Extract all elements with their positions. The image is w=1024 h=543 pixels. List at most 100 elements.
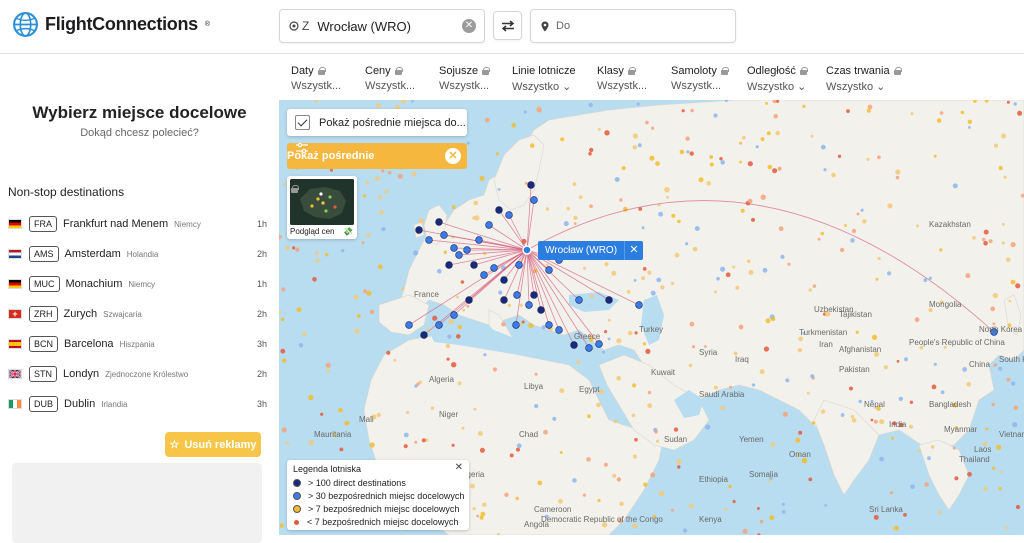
airport-dot[interactable] bbox=[511, 123, 516, 128]
airport-dot[interactable] bbox=[772, 168, 778, 174]
airport-dot[interactable] bbox=[647, 403, 653, 409]
list-item[interactable]: DUB Dublin Irlandia 3h bbox=[0, 389, 279, 419]
destination-airport-dot[interactable] bbox=[605, 296, 613, 304]
airport-dot[interactable] bbox=[589, 294, 594, 299]
airport-dot[interactable] bbox=[933, 154, 937, 158]
airport-dot[interactable] bbox=[928, 276, 932, 280]
airport-dot[interactable] bbox=[998, 487, 1002, 491]
airport-dot[interactable] bbox=[677, 219, 681, 224]
airport-dot[interactable] bbox=[770, 316, 776, 322]
logo[interactable]: FlightConnections ® bbox=[12, 11, 210, 38]
airport-dot[interactable] bbox=[760, 137, 765, 142]
destination-airport-dot[interactable] bbox=[435, 218, 443, 226]
airport-dot[interactable] bbox=[462, 308, 466, 312]
airport-dot[interactable] bbox=[933, 362, 937, 366]
airport-dot[interactable] bbox=[720, 266, 726, 272]
airport-dot[interactable] bbox=[524, 181, 528, 185]
airport-dot[interactable] bbox=[1010, 242, 1016, 248]
airport-dot[interactable] bbox=[773, 114, 778, 119]
airport-dot[interactable] bbox=[545, 207, 550, 211]
airport-dot[interactable] bbox=[738, 324, 744, 330]
airport-dot[interactable] bbox=[413, 250, 419, 256]
airport-dot[interactable] bbox=[1006, 257, 1011, 262]
airport-dot[interactable] bbox=[802, 104, 806, 108]
airport-dot[interactable] bbox=[572, 478, 577, 483]
origin-airport-marker[interactable] bbox=[522, 245, 532, 255]
airport-dot[interactable] bbox=[820, 409, 826, 414]
airport-dot[interactable] bbox=[376, 103, 381, 108]
airport-dot[interactable] bbox=[596, 402, 601, 408]
destination-airport-dot[interactable] bbox=[570, 341, 578, 349]
airport-dot[interactable] bbox=[1017, 110, 1023, 116]
airport-dot[interactable] bbox=[559, 388, 565, 394]
airport-dot[interactable] bbox=[637, 143, 642, 148]
destination-airport-dot[interactable] bbox=[450, 244, 458, 252]
airport-dot[interactable] bbox=[363, 194, 367, 198]
airport-dot[interactable] bbox=[559, 451, 563, 454]
destination-airport-dot[interactable] bbox=[537, 306, 545, 314]
airport-dot[interactable] bbox=[631, 413, 636, 418]
airport-dot[interactable] bbox=[466, 141, 470, 145]
airport-dot[interactable] bbox=[654, 430, 658, 434]
checkbox-icon[interactable] bbox=[295, 115, 310, 130]
airport-dot[interactable] bbox=[354, 328, 360, 334]
destination-airport-dot[interactable] bbox=[515, 261, 523, 269]
filter-classes[interactable]: Klasy Wszystk... bbox=[597, 65, 647, 92]
airport-dot[interactable] bbox=[479, 176, 485, 181]
airport-dot[interactable] bbox=[651, 126, 655, 130]
airport-dot[interactable] bbox=[658, 490, 665, 497]
filter-distance[interactable]: Odległość Wszystko ⌄ bbox=[747, 65, 808, 93]
airport-dot[interactable] bbox=[482, 502, 487, 507]
airport-dot[interactable] bbox=[474, 215, 480, 221]
to-field[interactable]: Do bbox=[530, 9, 736, 43]
airport-dot[interactable] bbox=[285, 245, 290, 251]
airport-dot[interactable] bbox=[713, 385, 718, 390]
airport-dot[interactable] bbox=[759, 519, 764, 524]
airport-dot[interactable] bbox=[682, 528, 688, 533]
airport-dot[interactable] bbox=[541, 325, 546, 330]
airport-dot[interactable] bbox=[782, 510, 786, 514]
airport-dot[interactable] bbox=[982, 237, 986, 242]
airport-dot[interactable] bbox=[1013, 405, 1018, 411]
airport-dot[interactable] bbox=[747, 161, 753, 167]
list-item[interactable]: AMS Amsterdam Holandia 2h bbox=[0, 239, 279, 269]
airport-dot[interactable] bbox=[782, 411, 788, 417]
airport-dot[interactable] bbox=[320, 412, 324, 416]
destination-airport-dot[interactable] bbox=[420, 331, 428, 339]
destination-airport-dot[interactable] bbox=[450, 311, 458, 319]
airport-dot[interactable] bbox=[810, 134, 814, 138]
airport-dot[interactable] bbox=[1015, 504, 1021, 510]
airport-dot[interactable] bbox=[611, 270, 617, 276]
airport-dot[interactable] bbox=[887, 271, 892, 276]
airport-dot[interactable] bbox=[616, 477, 622, 482]
airport-dot[interactable] bbox=[716, 276, 720, 281]
airport-dot[interactable] bbox=[563, 221, 569, 227]
airport-dot[interactable] bbox=[877, 155, 881, 160]
airport-dot[interactable] bbox=[560, 137, 565, 142]
airport-dot[interactable] bbox=[1010, 381, 1016, 386]
airport-dot[interactable] bbox=[361, 241, 365, 245]
airport-dot[interactable] bbox=[558, 498, 563, 504]
airport-dot[interactable] bbox=[597, 498, 601, 503]
airport-dot[interactable] bbox=[862, 219, 867, 224]
airport-dot[interactable] bbox=[739, 141, 743, 145]
close-icon[interactable]: ✕ bbox=[445, 148, 461, 164]
airport-dot[interactable] bbox=[647, 390, 652, 395]
airport-dot[interactable] bbox=[621, 166, 626, 171]
airport-dot[interactable] bbox=[898, 396, 903, 401]
destination-airport-dot[interactable] bbox=[527, 181, 535, 189]
airport-dot[interactable] bbox=[534, 372, 538, 376]
airport-dot[interactable] bbox=[344, 420, 350, 426]
airport-dot[interactable] bbox=[966, 381, 972, 387]
airport-dot[interactable] bbox=[846, 109, 850, 113]
airport-dot[interactable] bbox=[451, 362, 457, 368]
airport-dot[interactable] bbox=[840, 413, 845, 417]
airport-dot[interactable] bbox=[756, 507, 760, 510]
airport-dot[interactable] bbox=[437, 268, 442, 274]
airport-dot[interactable] bbox=[691, 345, 696, 349]
airport-dot[interactable] bbox=[887, 203, 893, 209]
airport-dot[interactable] bbox=[856, 212, 860, 216]
airport-dot[interactable] bbox=[279, 309, 282, 314]
airport-dot[interactable] bbox=[430, 406, 435, 410]
airport-dot[interactable] bbox=[1001, 222, 1005, 226]
